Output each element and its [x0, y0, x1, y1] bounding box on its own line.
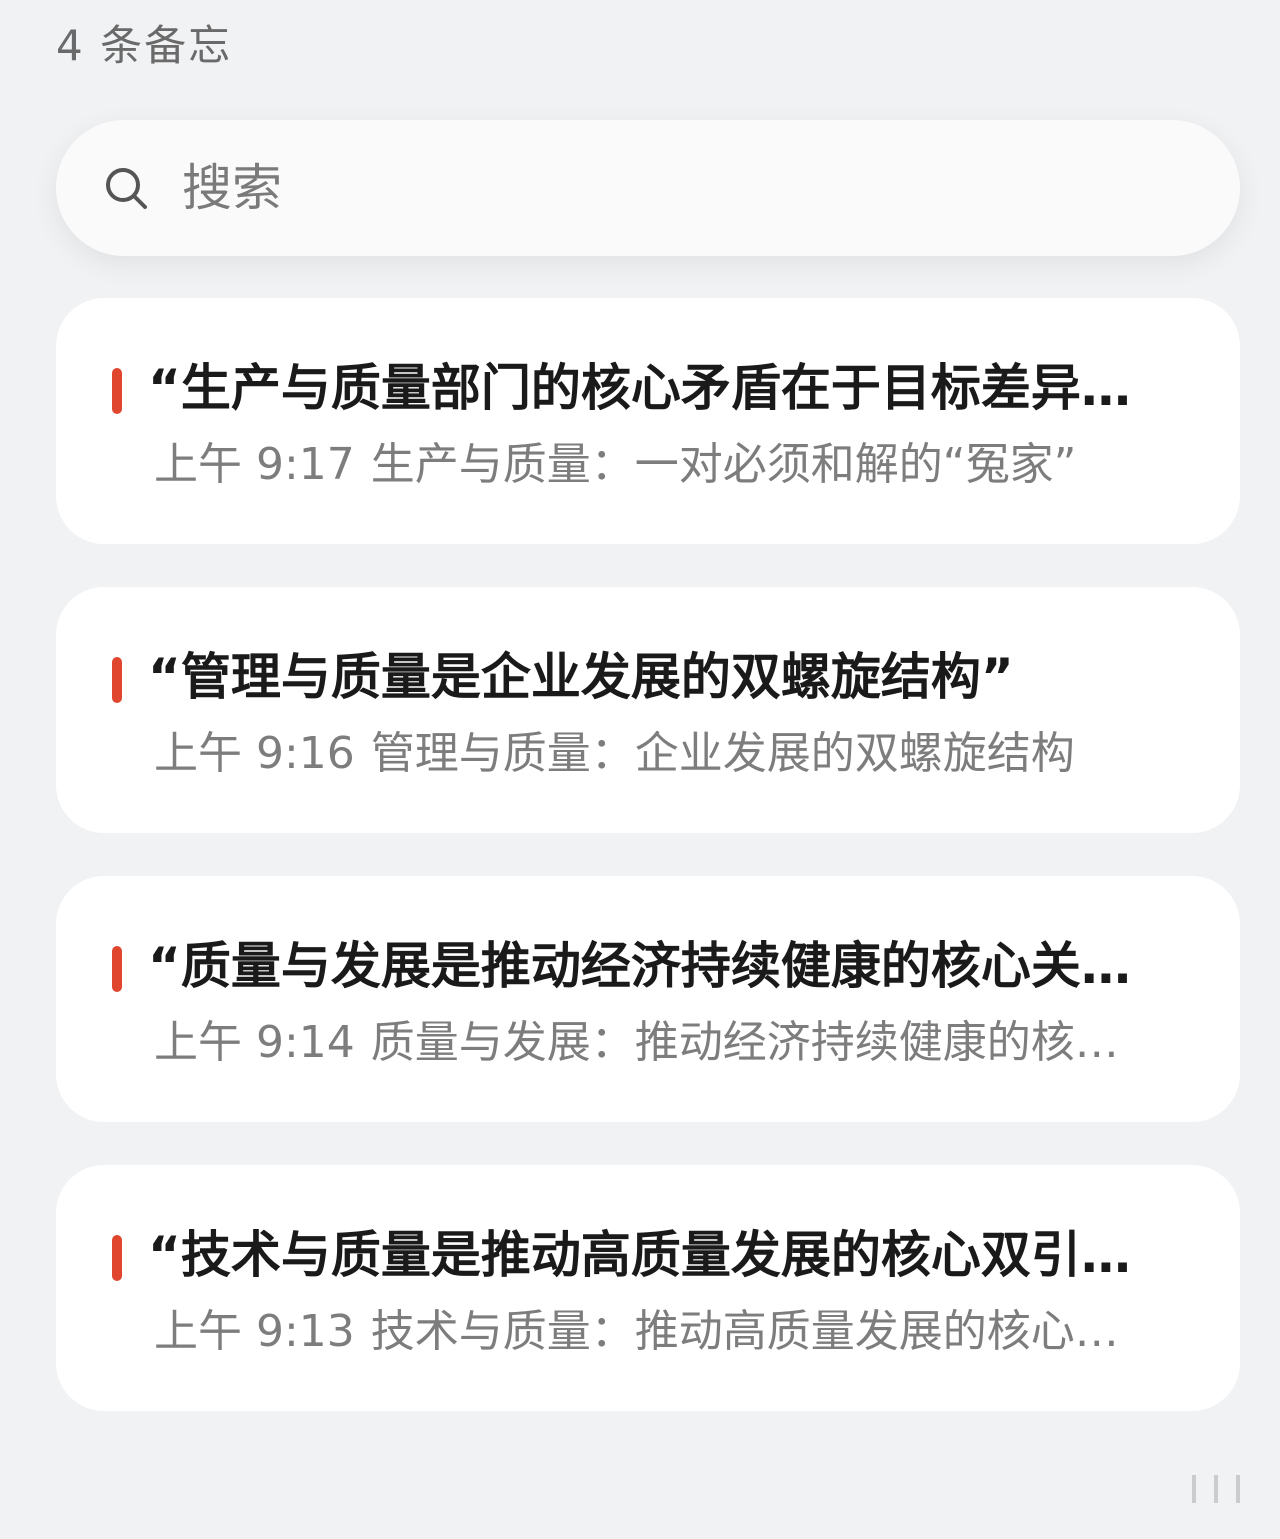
note-card[interactable]: “生产与质量部门的核心矛盾在于目标差异… 上午 9:17 生产与质量：一对必须和解…: [56, 298, 1240, 544]
indicator-bar: [1214, 1475, 1218, 1503]
search-icon: [100, 162, 152, 214]
note-title: “生产与质量部门的核心矛盾在于目标差异…: [148, 359, 1131, 417]
note-time: 上午 9:13: [154, 1306, 355, 1357]
note-time: 上午 9:14: [154, 1017, 355, 1068]
notes-list: “生产与质量部门的核心矛盾在于目标差异… 上午 9:17 生产与质量：一对必须和解…: [56, 298, 1240, 1454]
note-marker-icon: [112, 946, 122, 992]
note-preview: 技术与质量：推动高质量发展的核心…: [370, 1306, 1119, 1357]
note-meta: 上午 9:13 技术与质量：推动高质量发展的核心…: [154, 1303, 1186, 1361]
note-card[interactable]: “质量与发展是推动经济持续健康的核心关… 上午 9:14 质量与发展：推动经济持续…: [56, 876, 1240, 1122]
search-bar[interactable]: [56, 120, 1240, 256]
note-preview: 质量与发展：推动经济持续健康的核…: [370, 1017, 1119, 1068]
note-title: “技术与质量是推动高质量发展的核心双引…: [148, 1226, 1131, 1284]
note-meta: 上午 9:16 管理与质量：企业发展的双螺旋结构: [154, 725, 1186, 783]
indicator-bar: [1236, 1475, 1240, 1503]
note-preview: 管理与质量：企业发展的双螺旋结构: [370, 728, 1075, 779]
note-marker-icon: [112, 1235, 122, 1281]
note-meta: 上午 9:14 质量与发展：推动经济持续健康的核…: [154, 1014, 1186, 1072]
indicator-bar: [1192, 1475, 1196, 1503]
note-card[interactable]: “管理与质量是企业发展的双螺旋结构” 上午 9:16 管理与质量：企业发展的双螺旋…: [56, 587, 1240, 833]
note-title: “质量与发展是推动经济持续健康的核心关…: [148, 937, 1131, 995]
home-indicator: [1192, 1475, 1240, 1503]
note-title: “管理与质量是企业发展的双螺旋结构”: [148, 648, 1014, 706]
note-card[interactable]: “技术与质量是推动高质量发展的核心双引… 上午 9:13 技术与质量：推动高质量发…: [56, 1165, 1240, 1411]
note-time: 上午 9:16: [154, 728, 355, 779]
notes-count-label: 4 条备忘: [56, 21, 233, 70]
search-input[interactable]: [182, 159, 1082, 217]
note-marker-icon: [112, 368, 122, 414]
note-marker-icon: [112, 657, 122, 703]
note-meta: 上午 9:17 生产与质量：一对必须和解的“冤家”: [154, 436, 1186, 494]
note-preview: 生产与质量：一对必须和解的“冤家”: [370, 439, 1077, 490]
note-time: 上午 9:17: [154, 439, 355, 490]
